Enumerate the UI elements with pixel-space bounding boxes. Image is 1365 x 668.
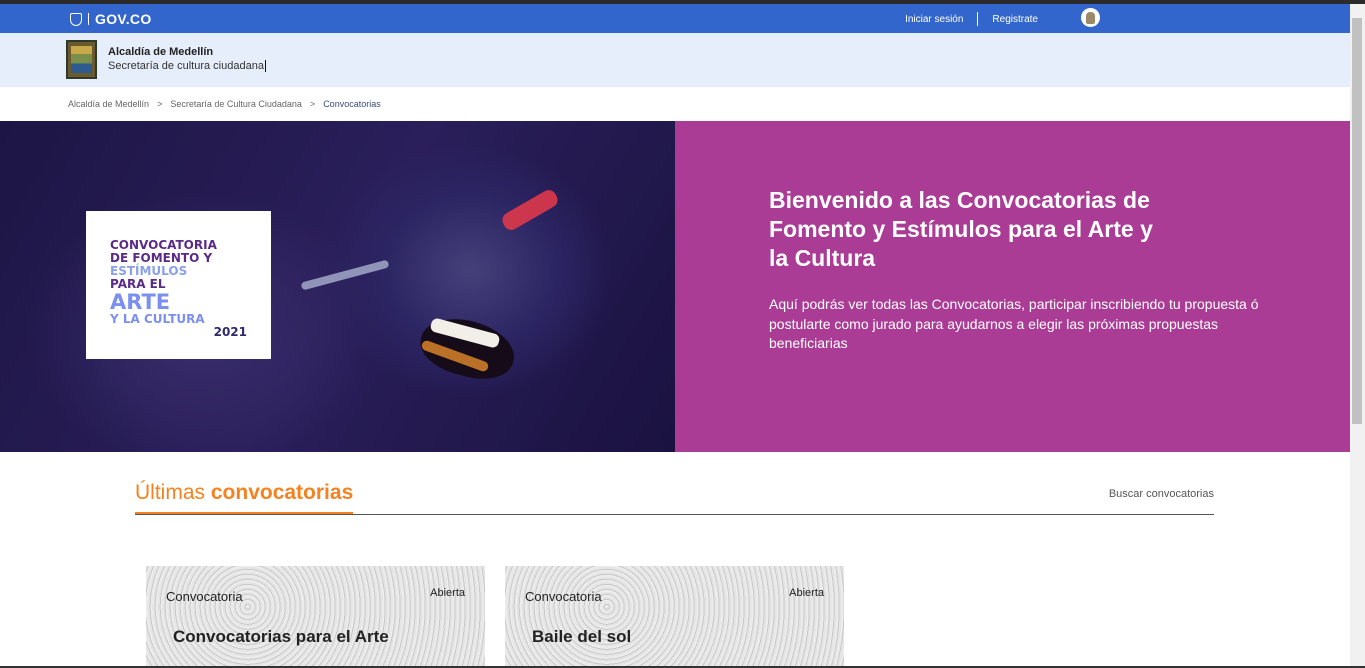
section-title-bold: convocatorias: [210, 481, 354, 504]
hero-image: CONVOCATORIA DE FOMENTO Y ESTÍMULOS PARA…: [0, 121, 675, 452]
breadcrumb-separator: >: [157, 99, 163, 109]
card-title: Baile del sol: [532, 627, 632, 646]
scrollbar-thumb[interactable]: [1352, 18, 1362, 424]
logo-line: 2021: [213, 325, 247, 339]
entity-header: Alcaldía de Medellín Secretaría de cultu…: [0, 33, 1350, 87]
hero-description: Aquí podrás ver todas las Convocatorias,…: [769, 296, 1259, 351]
card-kind: Convocatoria: [525, 589, 602, 604]
section-title-prefix: Últimas: [135, 481, 206, 504]
status-badge: Abierta: [789, 587, 824, 599]
search-convocatorias-link[interactable]: Buscar convocatorias: [1109, 488, 1214, 500]
entity-subtitle: Secretaría de cultura ciudadana: [108, 60, 266, 72]
breadcrumb: Alcaldía de Medellín > Secretaría de Cul…: [68, 99, 381, 109]
paint-stroke: [300, 259, 390, 291]
latest-section-header: Últimas convocatorias Buscar convocatori…: [135, 481, 1214, 515]
hero-text-panel: Bienvenido a las Convocatorias de Foment…: [675, 121, 1350, 452]
govco-logo-text: GOV.CO: [95, 11, 152, 27]
register-link[interactable]: Registrate: [992, 14, 1038, 25]
entity-name: Alcaldía de Medellín: [108, 46, 214, 58]
login-link[interactable]: Iniciar sesión: [905, 14, 963, 25]
breadcrumb-item-current: Convocatorias: [323, 99, 381, 109]
govco-logo[interactable]: GOV.CO: [70, 11, 152, 27]
hero-title: Bienvenido a las Convocatorias de Foment…: [769, 187, 1153, 271]
convocatoria-logo: CONVOCATORIA DE FOMENTO Y ESTÍMULOS PARA…: [86, 211, 271, 359]
breadcrumb-separator: >: [309, 99, 316, 109]
breadcrumb-item-secretaria[interactable]: Secretaría de Cultura Ciudadana: [170, 99, 302, 109]
user-avatar-icon[interactable]: [1081, 8, 1100, 27]
breadcrumb-item-alcaldia[interactable]: Alcaldía de Medellín: [68, 99, 149, 109]
logo-line: ARTE: [110, 290, 171, 314]
section-title: Últimas convocatorias: [135, 481, 354, 514]
paint-stroke: [499, 187, 561, 233]
account-links: Iniciar sesión Registrate: [905, 12, 1038, 26]
medellin-coat-of-arms-icon: [66, 40, 97, 79]
vertical-scrollbar[interactable]: [1350, 4, 1365, 668]
convocatoria-card[interactable]: Convocatoria Abierta Convocatorias para …: [146, 566, 485, 668]
link-divider: [977, 12, 979, 26]
shield-icon: [70, 12, 82, 26]
gov-bar: GOV.CO Iniciar sesión Registrate: [0, 4, 1350, 33]
card-title: Convocatorias para el Arte: [173, 627, 389, 646]
status-badge: Abierta: [430, 587, 465, 599]
hero-banner: CONVOCATORIA DE FOMENTO Y ESTÍMULOS PARA…: [0, 121, 1350, 452]
card-kind: Convocatoria: [166, 589, 243, 604]
logo-divider: [88, 13, 89, 25]
convocatoria-card[interactable]: Convocatoria Abierta Baile del sol: [505, 566, 844, 668]
